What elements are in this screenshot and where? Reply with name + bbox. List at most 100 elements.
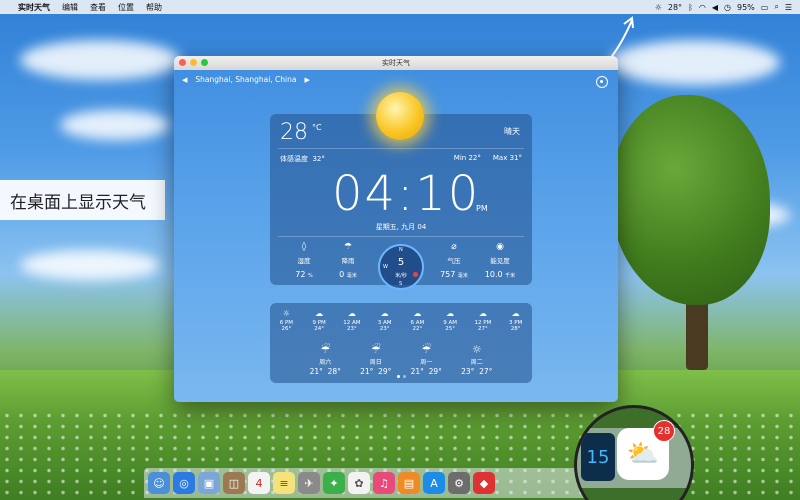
visibility-label: 能见度	[490, 257, 510, 265]
battery-icon[interactable]: ▭	[761, 3, 769, 12]
menu-location[interactable]: 位置	[112, 2, 140, 13]
minimize-button[interactable]	[190, 59, 197, 66]
compass-n: N	[399, 247, 403, 253]
system-preferences-icon[interactable]: ⚙	[448, 472, 470, 494]
app-store-icon[interactable]: A	[423, 472, 445, 494]
hour-item: ☁ 12 PM 27°	[468, 309, 498, 332]
hour-temp: 27°	[478, 326, 488, 332]
pressure-stat: ⌀ 气压 757 毫米	[428, 242, 480, 279]
weather-badge: 28	[653, 420, 675, 442]
pressure-label: 气压	[447, 257, 461, 265]
zoom-button[interactable]	[201, 59, 208, 66]
menu-help[interactable]: 帮助	[140, 2, 168, 13]
hour-item: ☼ 6 PM 26°	[271, 309, 301, 332]
window-title: 实时天气	[382, 59, 410, 67]
hour-item: ☁ 9 PM 24°	[304, 309, 334, 332]
cloud-icon: ☁	[478, 309, 487, 318]
min-max: Min 22° Max 31°	[454, 154, 522, 162]
sun-icon: ☼	[282, 309, 290, 318]
cloud-icon: ☁	[315, 309, 324, 318]
contacts-icon[interactable]: ◫	[223, 472, 245, 494]
menu-app[interactable]: 实时天气	[12, 2, 56, 13]
tree-crown	[610, 95, 770, 305]
page-dot-active[interactable]	[396, 375, 400, 378]
menu-view[interactable]: 查看	[84, 2, 112, 13]
cloud	[60, 110, 170, 140]
rain-icon: ☔	[421, 343, 432, 356]
page-dot[interactable]	[402, 375, 406, 378]
day-item: ☔ 周日 21° 29°	[351, 343, 401, 376]
max-label: Max	[492, 154, 508, 162]
hour-temp: 23°	[347, 326, 357, 332]
next-location-icon[interactable]: ▶	[304, 76, 309, 84]
rain-icon: ☔	[370, 343, 381, 356]
menubar: 实时天气 编辑 查看 位置 帮助 ☼ 28° ᛒ ◠ ◀ ◷ 95% ▭ ⌕ ☰	[0, 0, 800, 14]
settings-gear-icon[interactable]	[596, 76, 608, 88]
time-machine-icon[interactable]: ◷	[724, 3, 731, 12]
day-item: ☼ 周二 23° 27°	[452, 343, 502, 376]
bluetooth-icon[interactable]: ᛒ	[688, 3, 693, 12]
wind-direction-marker	[413, 272, 418, 277]
volume-icon[interactable]: ◀	[712, 3, 718, 12]
thermometer-icon: ⌀	[451, 242, 457, 252]
rain-icon: ☔	[320, 343, 331, 356]
sun-icon: ☼	[471, 343, 482, 356]
hour-item: ☁ 9 AM 25°	[435, 309, 465, 332]
itunes-icon[interactable]: ♫	[373, 472, 395, 494]
wifi-icon[interactable]: ◠	[699, 3, 706, 12]
day-name: 周六	[319, 359, 332, 366]
humidity-label: 湿度	[297, 257, 311, 265]
cloud	[20, 250, 160, 280]
pressure-value: 757	[440, 270, 456, 279]
day-item: ☔ 周六 21° 28°	[300, 343, 350, 376]
hour-temp: 22°	[412, 326, 423, 332]
notes-icon[interactable]: ≡	[273, 472, 295, 494]
launchpad-icon[interactable]: ✈	[298, 472, 320, 494]
cloud-icon: ☁	[511, 309, 520, 318]
rain-label: 降雨	[341, 257, 355, 265]
preview-icon[interactable]: ▣	[198, 472, 220, 494]
date: 星期五, 九月 04	[375, 223, 427, 231]
condition: 晴天	[504, 127, 520, 136]
rain-value: 0	[339, 270, 345, 279]
feels-like: 体感温度 32°	[280, 154, 325, 164]
feature-caption-text: 在桌面上显示天气	[10, 192, 146, 213]
visibility-stat: ◉ 能见度 10.0 千米	[474, 242, 526, 279]
min-value: 22°	[468, 154, 481, 162]
day-name: 周一	[420, 359, 433, 366]
sun-status-icon[interactable]: ☼	[655, 3, 662, 12]
forecast-panel: ☼ 6 PM 26° ☁ 9 PM 24° ☁ 12 AM 23° ☁ 3 AM 23° ☁ 6 …	[270, 303, 532, 383]
previous-location-icon[interactable]: ◀	[182, 76, 187, 84]
clock-ampm: PM	[476, 204, 488, 213]
feels-like-label: 体感温度	[280, 155, 308, 163]
weather-status-temp[interactable]: 28°	[668, 3, 682, 12]
pressure-unit: 毫米	[457, 273, 468, 279]
menu-edit[interactable]: 编辑	[56, 2, 84, 13]
max-value: 31°	[509, 154, 522, 162]
wind-speed: 5	[397, 257, 405, 268]
ibooks-icon[interactable]: ▤	[398, 472, 420, 494]
spotlight-search-icon[interactable]: ⌕	[774, 2, 778, 12]
hourly-forecast: ☼ 6 PM 26° ☁ 9 PM 24° ☁ 12 AM 23° ☁ 3 AM 23° ☁ 6 …	[270, 309, 532, 332]
finder-icon[interactable]: ☺	[148, 472, 170, 494]
traffic-lights	[179, 59, 208, 66]
rain-stat: ☂ 降雨 0 毫米	[322, 242, 374, 279]
sun-icon	[376, 92, 424, 140]
day-name: 周日	[369, 359, 382, 366]
calendar-icon[interactable]: 4	[248, 472, 270, 494]
hour-temp: 25°	[445, 326, 455, 332]
photos-icon[interactable]: ✿	[348, 472, 370, 494]
clock-widget-icon[interactable]: 15	[581, 433, 615, 481]
maps-icon[interactable]: ✦	[323, 472, 345, 494]
divider	[278, 148, 524, 149]
feature-caption: 在桌面上显示天气	[0, 180, 165, 220]
close-button[interactable]	[179, 59, 186, 66]
visibility-unit: 千米	[505, 273, 516, 279]
safari-icon[interactable]: ◎	[173, 472, 195, 494]
notification-center-icon[interactable]: ☰	[785, 3, 792, 12]
app-icon[interactable]: ◆	[473, 472, 495, 494]
eye-icon: ◉	[496, 242, 504, 252]
page-indicator	[270, 375, 532, 378]
hour-temp: 23°	[379, 326, 390, 332]
title-bar[interactable]: 实时天气	[174, 56, 618, 70]
